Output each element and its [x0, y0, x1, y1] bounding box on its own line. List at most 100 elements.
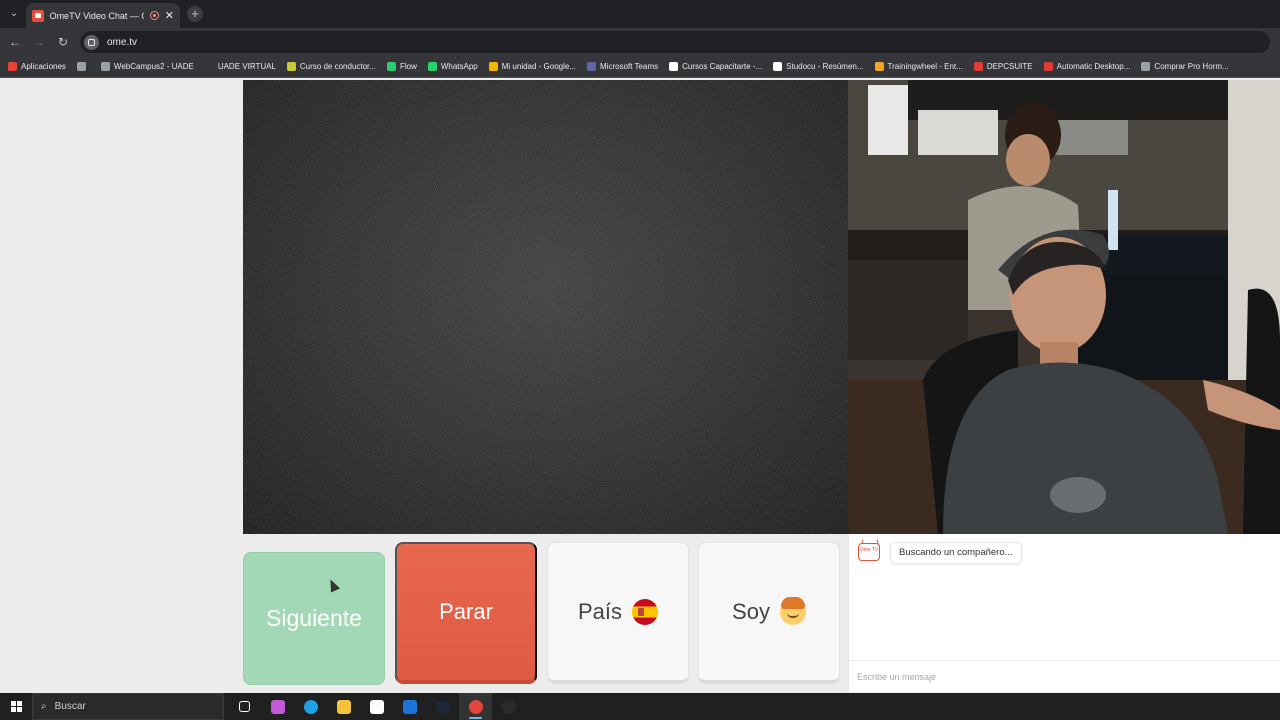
bookmark-item[interactable] — [76, 62, 90, 71]
edge-icon — [303, 699, 318, 714]
bookmark-item[interactable]: Mi unidad - Google... — [488, 62, 577, 71]
drive-icon — [488, 62, 498, 71]
left-gutter — [0, 80, 243, 692]
video-noise — [243, 80, 848, 534]
globe-icon — [100, 62, 110, 71]
taskbar-search[interactable]: ⌕ Buscar — [32, 693, 224, 720]
taskbar-app[interactable] — [228, 693, 261, 720]
new-tab-button[interactable]: + — [187, 6, 203, 22]
stop-button[interactable]: Parar — [395, 542, 537, 684]
bookmark-label: Trainingwheel - Ent... — [887, 62, 963, 71]
gender-button-label: Soy — [732, 598, 770, 624]
next-button[interactable]: Siguiente — [243, 552, 385, 685]
bookmark-label: Comprar Pro Horm... — [1154, 62, 1229, 71]
store-icon — [369, 699, 384, 714]
stranger-video-static — [243, 80, 848, 534]
chat-message-input[interactable] — [849, 660, 1280, 692]
search-icon: ⌕ — [41, 701, 47, 712]
capacitarte-icon — [669, 62, 679, 71]
bookmark-label: Mi unidad - Google... — [501, 62, 577, 71]
url-text[interactable]: ome.tv — [107, 37, 137, 48]
bookmark-label: WhatsApp — [440, 62, 478, 71]
start-button[interactable] — [0, 693, 32, 720]
tab-search-chevron-icon[interactable]: ⌄ — [6, 6, 22, 22]
taskbar-search-placeholder: Buscar — [54, 701, 86, 712]
close-tab-icon[interactable]: ✕ — [165, 9, 174, 22]
next-button-label: Siguiente — [266, 605, 362, 631]
bookmark-label: Curso de conductor... — [299, 62, 376, 71]
bookmark-label: Microsoft Teams — [600, 62, 659, 71]
address-bar[interactable]: ome.tv — [80, 31, 1270, 53]
bookmark-item[interactable]: Comprar Pro Horm... — [1141, 62, 1229, 71]
bookmark-item[interactable]: Microsoft Teams — [587, 62, 658, 71]
tag-icon — [1141, 62, 1151, 71]
chat-panel: Ome TV Buscando un compañero... — [848, 534, 1280, 692]
bookmark-label: UADE VIRTUAL — [217, 62, 276, 71]
reload-icon[interactable]: ↻ — [55, 34, 71, 50]
ometv-page: Siguiente Parar País Soy Ome TV Buscando… — [0, 80, 1280, 692]
self-camera-video — [848, 80, 1280, 534]
tab-title: OmeTV Video Chat — Ome — [49, 10, 144, 21]
bookmark-item[interactable]: UADE VIRTUAL — [204, 62, 276, 71]
gender-select-button[interactable]: Soy — [698, 542, 840, 684]
taskbar-app[interactable] — [426, 693, 459, 720]
taskbar-apps — [228, 693, 525, 720]
grid-icon — [76, 62, 86, 71]
taskbar-app[interactable] — [393, 693, 426, 720]
spain-flag-icon — [632, 598, 659, 625]
recording-indicator-icon — [150, 11, 159, 20]
obs-icon — [501, 699, 516, 714]
file-explorer-icon — [336, 699, 351, 714]
folder-icon — [286, 62, 296, 71]
bookmark-item[interactable]: WebCampus2 - UADE — [100, 62, 194, 71]
site-info-icon[interactable] — [84, 34, 99, 50]
browser-tab[interactable]: OmeTV Video Chat — Ome ✕ — [26, 3, 180, 28]
stop-button-label: Parar — [439, 599, 493, 624]
copilot-icon — [270, 699, 285, 714]
bookmark-item[interactable]: Aplicaciones — [8, 62, 66, 71]
bookmark-label: Aplicaciones — [21, 62, 66, 71]
bookmark-item[interactable]: Curso de conductor... — [286, 62, 376, 71]
bookmark-label: Studocu - Resúmen... — [786, 62, 864, 71]
bookmark-item[interactable]: DEPCSUITE — [973, 62, 1033, 71]
automatic-icon — [1043, 62, 1053, 71]
bookmark-label: WebCampus2 - UADE — [113, 62, 194, 71]
back-arrow-icon[interactable]: ← — [7, 34, 23, 50]
bookmark-label: Automatic Desktop... — [1056, 62, 1131, 71]
taskbar-app[interactable] — [261, 693, 294, 720]
bookmark-item[interactable]: Trainingwheel - Ent... — [874, 62, 963, 71]
bookmark-label: Cursos Capacitarte -... — [682, 62, 763, 71]
task-view-icon — [239, 701, 250, 712]
chrome-icon — [468, 699, 483, 714]
taskbar-app[interactable] — [327, 693, 360, 720]
taskbar-app[interactable] — [492, 693, 525, 720]
windows-logo-icon — [10, 701, 22, 712]
flow-icon — [386, 62, 396, 71]
browser-tab-bar: ⌄ OmeTV Video Chat — Ome ✕ + — [0, 0, 1280, 28]
bookmark-item[interactable]: Flow — [386, 62, 417, 71]
browser-toolbar: ← → ↻ ome.tv — [0, 28, 1280, 56]
forward-arrow-icon[interactable]: → — [31, 34, 47, 50]
chat-status-message: Buscando un compañero... — [890, 542, 1022, 564]
studocu-icon — [773, 62, 783, 71]
bookmark-item[interactable]: Cursos Capacitarte -... — [669, 62, 762, 71]
ometv-logo-icon: Ome TV — [858, 543, 880, 561]
bookmark-item[interactable]: WhatsApp — [427, 62, 478, 71]
country-button-label: País — [577, 598, 623, 624]
trainingwheel-icon — [874, 62, 884, 71]
bookmark-item[interactable]: Automatic Desktop... — [1043, 62, 1131, 71]
taskbar-app[interactable] — [360, 693, 393, 720]
ometv-favicon-icon — [32, 9, 44, 22]
bookmark-label: Flow — [399, 62, 417, 71]
depcsuite-icon — [973, 62, 983, 71]
windows-taskbar: ⌕ Buscar — [0, 693, 1280, 720]
bookmarks-bar: Aplicaciones WebCampus2 - UADE UADE VIRTUA… — [0, 56, 1280, 78]
taskbar-app[interactable] — [294, 693, 327, 720]
teams-icon — [587, 62, 597, 71]
steam-icon — [435, 699, 450, 714]
bookmark-item[interactable]: Studocu - Resúmen... — [773, 62, 864, 71]
boy-face-icon — [779, 596, 806, 625]
country-filter-button[interactable]: País — [547, 542, 689, 684]
taskbar-app[interactable] — [459, 693, 492, 720]
outlook-icon — [402, 699, 417, 714]
